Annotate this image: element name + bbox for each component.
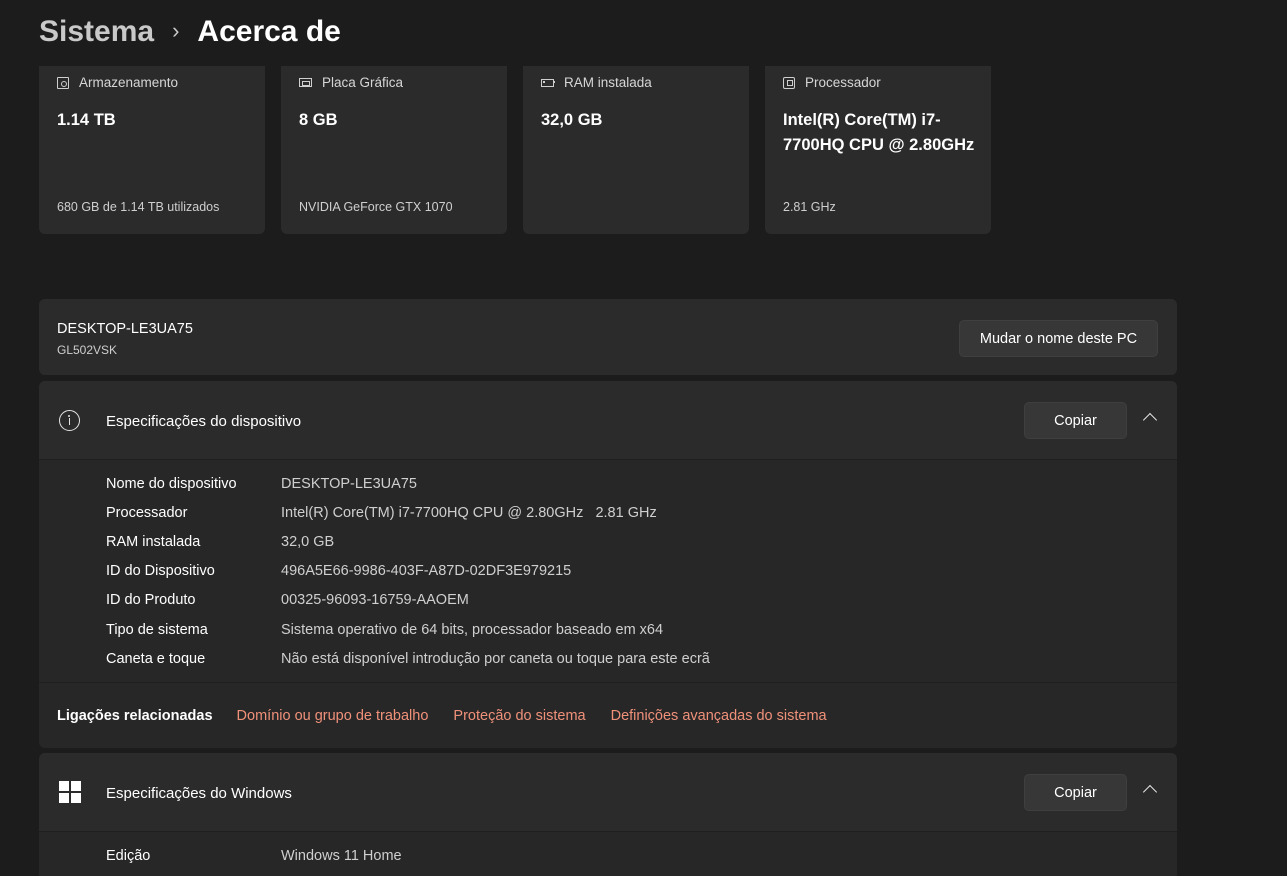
spec-cards: Armazenamento 1.14 TB 680 GB de 1.14 TB …	[39, 66, 991, 234]
cpu-card[interactable]: Processador Intel(R) Core(TM) i7-7700HQ …	[765, 66, 991, 234]
device-specs-header[interactable]: Especificações do dispositivo Copiar	[39, 381, 1177, 459]
spec-row-device-name: Nome do dispositivo DESKTOP-LE3UA75	[106, 469, 710, 498]
spec-label: ID do Dispositivo	[106, 563, 215, 580]
spec-value: 496A5E66-9986-403F-A87D-02DF3E979215	[281, 563, 572, 580]
card-title: Armazenamento	[79, 75, 179, 90]
chevron-right-icon: ›	[172, 18, 180, 43]
spec-value: 32,0 GB	[281, 533, 335, 550]
device-specs-expander: Especificações do dispositivo Copiar Nom…	[39, 381, 1177, 748]
card-subtitle: 2.81 GHz	[783, 200, 836, 214]
spec-value: DESKTOP-LE3UA75	[281, 475, 417, 492]
link-system-protection[interactable]: Proteção do sistema	[453, 708, 585, 724]
divider	[39, 459, 1177, 460]
windows-specs-list: Edição Windows 11 Home	[106, 841, 402, 870]
card-subtitle: 680 GB de 1.14 TB utilizados	[57, 200, 220, 214]
windows-specs-title: Especificações do Windows	[106, 785, 292, 802]
spec-label: ID do Produto	[106, 592, 196, 609]
spec-row-ram: RAM instalada 32,0 GB	[106, 527, 710, 556]
spec-value: 00325-96093-16759-AAOEM	[281, 592, 469, 609]
spec-label: Tipo de sistema	[106, 621, 208, 638]
spec-label: Caneta e toque	[106, 650, 206, 667]
pc-model: GL502VSK	[57, 343, 118, 357]
divider	[39, 831, 1177, 832]
windows-specs-expander: Especificações do Windows Copiar Edição …	[39, 753, 1177, 876]
breadcrumb-parent-sistema[interactable]: Sistema	[39, 15, 154, 49]
card-title: Placa Gráfica	[322, 75, 404, 90]
page-title: Acerca de	[197, 15, 341, 48]
spec-label: Nome do dispositivo	[106, 475, 237, 492]
settings-about-page: Sistema › Acerca de Armazenamento 1.14 T…	[0, 0, 1287, 876]
card-title: RAM instalada	[564, 75, 652, 90]
spec-row-processor: Processador Intel(R) Core(TM) i7-7700HQ …	[106, 498, 710, 527]
info-icon	[59, 410, 80, 431]
gpu-card[interactable]: Placa Gráfica 8 GB NVIDIA GeForce GTX 10…	[281, 66, 507, 234]
spec-label: Processador	[106, 504, 188, 521]
windows-logo-icon	[59, 781, 81, 803]
card-title: Processador	[805, 75, 881, 90]
cpu-icon	[783, 76, 795, 89]
device-specs-list: Nome do dispositivo DESKTOP-LE3UA75 Proc…	[106, 469, 710, 673]
windows-specs-header[interactable]: Especificações do Windows Copiar	[39, 753, 1177, 831]
related-links-label: Ligações relacionadas	[57, 707, 213, 724]
device-specs-title: Especificações do dispositivo	[106, 413, 302, 430]
related-links: Ligações relacionadas Domínio ou grupo d…	[39, 683, 1177, 748]
pc-name: DESKTOP-LE3UA75	[57, 321, 193, 337]
breadcrumb: Sistema › Acerca de	[39, 12, 341, 52]
spec-row-device-id: ID do Dispositivo 496A5E66-9986-403F-A87…	[106, 557, 710, 586]
chevron-up-icon[interactable]	[1142, 412, 1158, 428]
spec-row-edition: Edição Windows 11 Home	[106, 841, 402, 870]
copy-device-specs-button[interactable]: Copiar	[1024, 402, 1127, 439]
card-subtitle: NVIDIA GeForce GTX 1070	[299, 200, 453, 214]
card-value: 8 GB	[299, 111, 338, 129]
card-value: 32,0 GB	[541, 111, 603, 129]
link-advanced-system-settings[interactable]: Definições avançadas do sistema	[611, 708, 827, 724]
ram-card[interactable]: RAM instalada 32,0 GB	[523, 66, 749, 234]
spec-value: Windows 11 Home	[281, 847, 402, 864]
spec-row-pen-touch: Caneta e toque Não está disponível intro…	[106, 644, 710, 673]
spec-row-system-type: Tipo de sistema Sistema operativo de 64 …	[106, 615, 710, 644]
spec-label: Edição	[106, 847, 151, 864]
spec-row-product-id: ID do Produto 00325-96093-16759-AAOEM	[106, 586, 710, 615]
link-domain-workgroup[interactable]: Domínio ou grupo de trabalho	[237, 708, 429, 724]
rename-pc-button[interactable]: Mudar o nome deste PC	[959, 320, 1158, 357]
copy-windows-specs-button[interactable]: Copiar	[1024, 774, 1127, 811]
storage-card[interactable]: Armazenamento 1.14 TB 680 GB de 1.14 TB …	[39, 66, 265, 234]
spec-value: Sistema operativo de 64 bits, processado…	[281, 621, 664, 638]
card-value: Intel(R) Core(TM) i7-7700HQ CPU @ 2.80GH…	[783, 111, 975, 154]
storage-icon	[57, 76, 69, 89]
gpu-icon	[299, 78, 312, 87]
chevron-up-icon[interactable]	[1142, 784, 1158, 800]
spec-value: Intel(R) Core(TM) i7-7700HQ CPU @ 2.80GH…	[281, 504, 657, 521]
card-value: 1.14 TB	[57, 111, 116, 129]
spec-label: RAM instalada	[106, 533, 201, 550]
pc-name-panel: DESKTOP-LE3UA75 GL502VSK Mudar o nome de…	[39, 299, 1177, 375]
ram-icon	[541, 78, 555, 87]
spec-value: Não está disponível introdução por canet…	[281, 650, 710, 667]
